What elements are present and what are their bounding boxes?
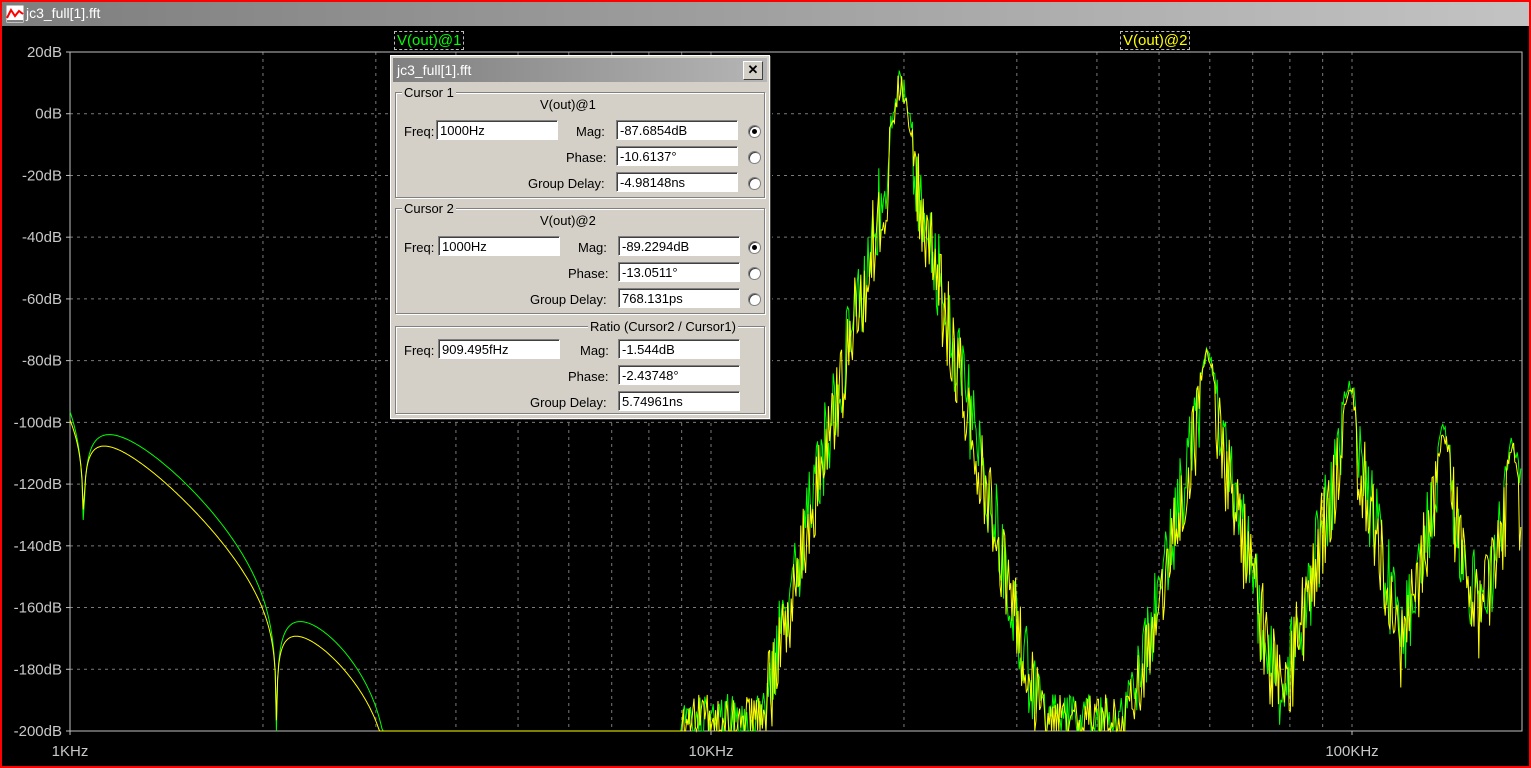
- cursor2-mag-field[interactable]: -89.2294dB: [618, 236, 740, 256]
- cursor2-gd-radio[interactable]: [748, 293, 761, 306]
- trace-label-2[interactable]: V(out)@2: [1120, 31, 1191, 50]
- cursor1-mag-field[interactable]: -87.6854dB: [616, 120, 738, 140]
- y-tick-label: 0dB: [35, 106, 62, 123]
- ratio-gd-field[interactable]: 5.74961ns: [618, 391, 740, 411]
- y-tick-label: -120dB: [14, 476, 62, 493]
- cursor1-gd-radio[interactable]: [748, 177, 761, 190]
- cursor2-mag-label: Mag:: [578, 240, 607, 255]
- cursor2-trace: V(out)@2: [540, 213, 596, 228]
- cursor2-freq-field[interactable]: 1000Hz: [438, 236, 560, 256]
- window-title: jc3_full[1].fft: [26, 5, 101, 21]
- cursor-dialog: jc3_full[1].fft ✕ Cursor 1 V(out)@1 Freq…: [390, 55, 770, 419]
- y-tick-label: 20dB: [27, 44, 62, 61]
- y-tick-label: -80dB: [22, 353, 62, 370]
- cursor1-gd-field[interactable]: -4.98148ns: [616, 172, 738, 192]
- window-titlebar[interactable]: jc3_full[1].fft: [2, 2, 1529, 26]
- ratio-mag-field[interactable]: -1.544dB: [618, 339, 740, 359]
- ratio-title: Ratio (Cursor2 / Cursor1): [588, 319, 738, 334]
- x-tick-label: 10KHz: [688, 743, 733, 760]
- cursor2-phase-radio[interactable]: [748, 267, 761, 280]
- ratio-phase-label: Phase:: [568, 369, 609, 384]
- dialog-titlebar[interactable]: jc3_full[1].fft ✕: [393, 58, 767, 82]
- cursor2-phase-label: Phase:: [568, 266, 609, 281]
- waveform-icon: [6, 5, 24, 23]
- cursor2-gd-field[interactable]: 768.131ps: [618, 288, 740, 308]
- cursor2-mag-radio[interactable]: [748, 241, 761, 254]
- y-tick-label: -180dB: [14, 661, 62, 678]
- series-v-out-2: [69, 75, 1522, 733]
- y-tick-label: -20dB: [22, 167, 62, 184]
- cursor1-phase-field[interactable]: -10.6137°: [616, 146, 738, 166]
- close-icon: ✕: [747, 62, 759, 77]
- cursor1-mag-radio[interactable]: [748, 125, 761, 138]
- cursor1-group: Cursor 1 V(out)@1 Freq: 1000Hz Mag: -87.…: [395, 85, 765, 198]
- cursor1-gd-label: Group Delay:: [528, 176, 605, 191]
- cursor1-freq-field[interactable]: 1000Hz: [436, 120, 558, 140]
- close-button[interactable]: ✕: [743, 61, 763, 80]
- y-tick-label: -60dB: [22, 291, 62, 308]
- cursor1-mag-label: Mag:: [576, 124, 605, 139]
- y-tick-label: -200dB: [14, 723, 62, 740]
- y-tick-label: -160dB: [14, 600, 62, 617]
- x-tick-label: 1KHz: [52, 743, 89, 760]
- cursor2-gd-label: Group Delay:: [530, 292, 607, 307]
- cursor2-title: Cursor 2: [402, 201, 456, 216]
- ratio-group: Ratio (Cursor2 / Cursor1) Freq: 909.495f…: [395, 319, 765, 414]
- cursor2-freq-label: Freq:: [404, 240, 435, 255]
- cursor1-trace: V(out)@1: [540, 97, 596, 112]
- cursor1-phase-radio[interactable]: [748, 151, 761, 164]
- x-tick-label: 100KHz: [1325, 743, 1378, 760]
- y-tick-label: -100dB: [14, 414, 62, 431]
- cursor1-phase-label: Phase:: [566, 150, 607, 165]
- ratio-freq-field[interactable]: 909.495fHz: [438, 339, 560, 359]
- y-tick-label: -40dB: [22, 229, 62, 246]
- cursor1-title: Cursor 1: [402, 85, 456, 100]
- trace-label-1[interactable]: V(out)@1: [394, 31, 465, 50]
- cursor2-group: Cursor 2 V(out)@2 Freq: 1000Hz Mag: -89.…: [395, 201, 765, 314]
- y-tick-label: -140dB: [14, 538, 62, 555]
- cursor2-phase-field[interactable]: -13.0511°: [618, 262, 740, 282]
- ratio-phase-field[interactable]: -2.43748°: [618, 365, 740, 385]
- dialog-title: jc3_full[1].fft: [397, 62, 472, 78]
- ratio-freq-label: Freq:: [404, 343, 435, 358]
- cursor1-freq-label: Freq:: [404, 124, 435, 139]
- ratio-gd-label: Group Delay:: [530, 395, 607, 410]
- ratio-mag-label: Mag:: [580, 343, 609, 358]
